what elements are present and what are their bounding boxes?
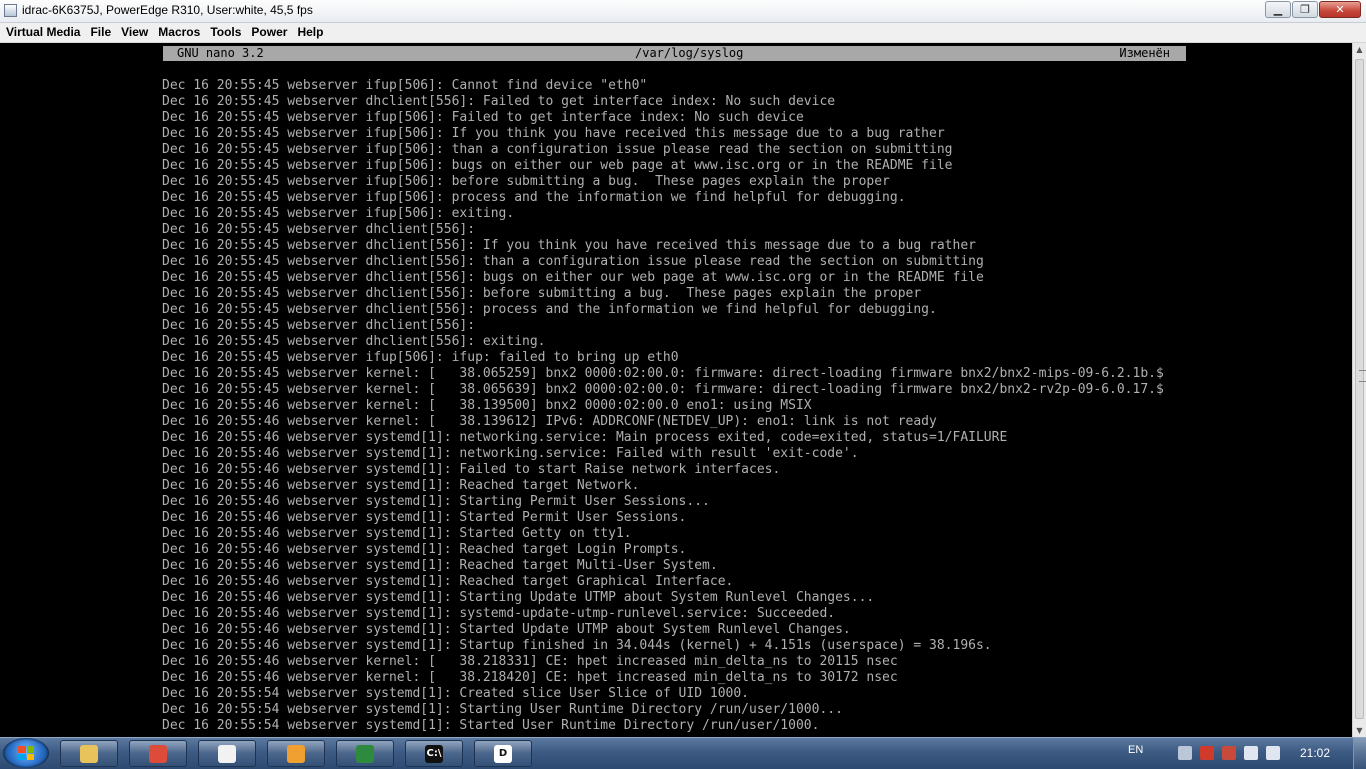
cmd-icon: C:\ (425, 744, 443, 763)
taskbar-button-cmd[interactable]: C:\ (405, 740, 463, 767)
scroll-down-icon[interactable]: ▼ (1353, 724, 1366, 737)
language-indicator[interactable]: EN (1128, 744, 1143, 756)
app-icon (4, 4, 17, 17)
log-line: Dec 16 20:55:46 webserver systemd[1]: St… (162, 494, 710, 509)
log-line: Dec 16 20:55:46 webserver systemd[1]: St… (162, 590, 875, 605)
log-line: Dec 16 20:55:45 webserver ifup[506]: tha… (162, 142, 953, 157)
log-line: Dec 16 20:55:45 webserver dhclient[556]:… (162, 334, 546, 349)
scrollbar-thumb[interactable] (1355, 59, 1366, 719)
log-line: Dec 16 20:55:45 webserver ifup[506]: bug… (162, 158, 953, 173)
maximize-button[interactable]: ❐ (1292, 1, 1318, 18)
log-line: Dec 16 20:55:46 webserver systemd[1]: Re… (162, 574, 734, 589)
log-line: Dec 16 20:55:46 webserver kernel: [ 38.2… (162, 654, 898, 669)
log-line: Dec 16 20:55:45 webserver ifup[506]: Can… (162, 78, 648, 93)
log-line: Dec 16 20:55:54 webserver systemd[1]: St… (162, 702, 843, 717)
log-line: Dec 16 20:55:46 webserver systemd[1]: St… (162, 526, 632, 541)
nano-title-bar: GNU nano 3.2 /var/log/syslog Изменён (163, 46, 1186, 61)
taskbar: C:\ D EN 21:02 (0, 737, 1366, 769)
show-desktop-button[interactable] (1353, 738, 1366, 769)
taskbar-button-console-app[interactable]: D (474, 740, 532, 767)
nano-modified-status: Изменён (1119, 46, 1170, 60)
menu-help[interactable]: Help (293, 23, 327, 42)
network-error-icon[interactable] (1200, 746, 1214, 760)
menu-view[interactable]: View (117, 23, 152, 42)
log-line: Dec 16 20:55:46 webserver kernel: [ 38.1… (162, 414, 937, 429)
notepad-icon (218, 744, 236, 763)
minimize-button[interactable]: ▁ (1265, 1, 1291, 18)
explorer-icon (80, 744, 98, 763)
console-app-icon: D (494, 744, 512, 763)
log-line: Dec 16 20:55:45 webserver ifup[506]: Fai… (162, 110, 804, 125)
log-line: Dec 16 20:55:46 webserver systemd[1]: Re… (162, 542, 687, 557)
remote-console-screen[interactable]: GNU nano 3.2 /var/log/syslog Изменён Dec… (0, 43, 1352, 737)
start-button[interactable] (3, 738, 49, 768)
log-line: Dec 16 20:55:45 webserver ifup[506]: exi… (162, 206, 515, 221)
taskbar-button-chrome[interactable] (129, 740, 187, 767)
log-line: Dec 16 20:55:46 webserver systemd[1]: St… (162, 622, 851, 637)
log-line: Dec 16 20:55:45 webserver dhclient[556]:… (162, 254, 984, 269)
security-alert-icon[interactable] (1222, 746, 1236, 760)
menu-file[interactable]: File (86, 23, 115, 42)
log-line: Dec 16 20:55:45 webserver dhclient[556]:… (162, 94, 836, 109)
menu-bar: Virtual Media File View Macros Tools Pow… (0, 23, 1366, 43)
log-line: Dec 16 20:55:45 webserver kernel: [ 38.0… (162, 382, 1164, 397)
log-line: Dec 16 20:55:46 webserver systemd[1]: ne… (162, 430, 1008, 445)
log-line: Dec 16 20:55:46 webserver systemd[1]: St… (162, 638, 992, 653)
nano-filename: /var/log/syslog (635, 46, 744, 60)
menu-power[interactable]: Power (247, 23, 291, 42)
close-button[interactable]: ✕ (1319, 1, 1361, 18)
menu-tools[interactable]: Tools (206, 23, 245, 42)
log-line: Dec 16 20:55:54 webserver systemd[1]: Cr… (162, 686, 749, 701)
log-line: Dec 16 20:55:45 webserver kernel: [ 38.0… (162, 366, 1164, 381)
tray-icons (1178, 746, 1280, 760)
log-line: Dec 16 20:55:45 webserver ifup[506]: pro… (162, 190, 906, 205)
taskbar-button-paint[interactable] (267, 740, 325, 767)
log-line: Dec 16 20:55:45 webserver ifup[506]: If … (162, 126, 945, 141)
menu-virtual-media[interactable]: Virtual Media (2, 23, 84, 42)
signal-icon[interactable] (1244, 746, 1258, 760)
menu-macros[interactable]: Macros (154, 23, 204, 42)
volume-icon[interactable] (1266, 746, 1280, 760)
log-line: Dec 16 20:55:45 webserver dhclient[556]:… (162, 238, 976, 253)
log-line: Dec 16 20:55:46 webserver systemd[1]: sy… (162, 606, 836, 621)
scroll-up-icon[interactable]: ▲ (1353, 43, 1366, 56)
nano-version: GNU nano 3.2 (177, 46, 264, 60)
log-line: Dec 16 20:55:46 webserver kernel: [ 38.1… (162, 398, 812, 413)
chrome-icon (149, 744, 167, 763)
windows-logo-icon (18, 746, 34, 760)
clock[interactable]: 21:02 (1300, 746, 1330, 760)
log-line: Dec 16 20:55:45 webserver dhclient[556]: (162, 222, 476, 237)
taskbar-button-spreadsheet[interactable] (336, 740, 394, 767)
log-line: Dec 16 20:55:45 webserver dhclient[556]:… (162, 270, 984, 285)
log-line: Dec 16 20:55:45 webserver ifup[506]: ifu… (162, 350, 679, 365)
taskbar-button-notepad[interactable] (198, 740, 256, 767)
window-title: idrac-6K6375J, PowerEdge R310, User:whit… (22, 3, 313, 17)
log-line: Dec 16 20:55:46 webserver systemd[1]: Fa… (162, 462, 781, 477)
log-line: Dec 16 20:55:45 webserver ifup[506]: bef… (162, 174, 890, 189)
log-line: Dec 16 20:55:46 webserver systemd[1]: Re… (162, 478, 640, 493)
scrollbar-grip-icon (1359, 370, 1366, 382)
vertical-scrollbar[interactable]: ▲ ▼ (1352, 43, 1366, 737)
log-line: Dec 16 20:55:45 webserver dhclient[556]:… (162, 302, 937, 317)
log-line: Dec 16 20:55:46 webserver kernel: [ 38.2… (162, 670, 898, 685)
window-title-bar[interactable]: idrac-6K6375J, PowerEdge R310, User:whit… (0, 0, 1366, 23)
log-line: Dec 16 20:55:46 webserver systemd[1]: St… (162, 510, 687, 525)
paint-icon (287, 744, 305, 763)
log-line: Dec 16 20:55:46 webserver systemd[1]: Re… (162, 558, 718, 573)
keyboard-icon[interactable] (1178, 746, 1192, 760)
log-line: Dec 16 20:55:45 webserver dhclient[556]: (162, 318, 476, 333)
syslog-lines: Dec 16 20:55:45 webserver ifup[506]: Can… (162, 78, 1164, 737)
taskbar-button-explorer[interactable] (60, 740, 118, 767)
spreadsheet-icon (356, 744, 374, 763)
log-line: Dec 16 20:55:45 webserver dhclient[556]:… (162, 286, 922, 301)
log-line: Dec 16 20:55:46 webserver systemd[1]: ne… (162, 446, 859, 461)
log-line: Dec 16 20:55:54 webserver systemd[1]: St… (162, 718, 820, 733)
window-controls: ▁ ❐ ✕ (1265, 1, 1361, 18)
